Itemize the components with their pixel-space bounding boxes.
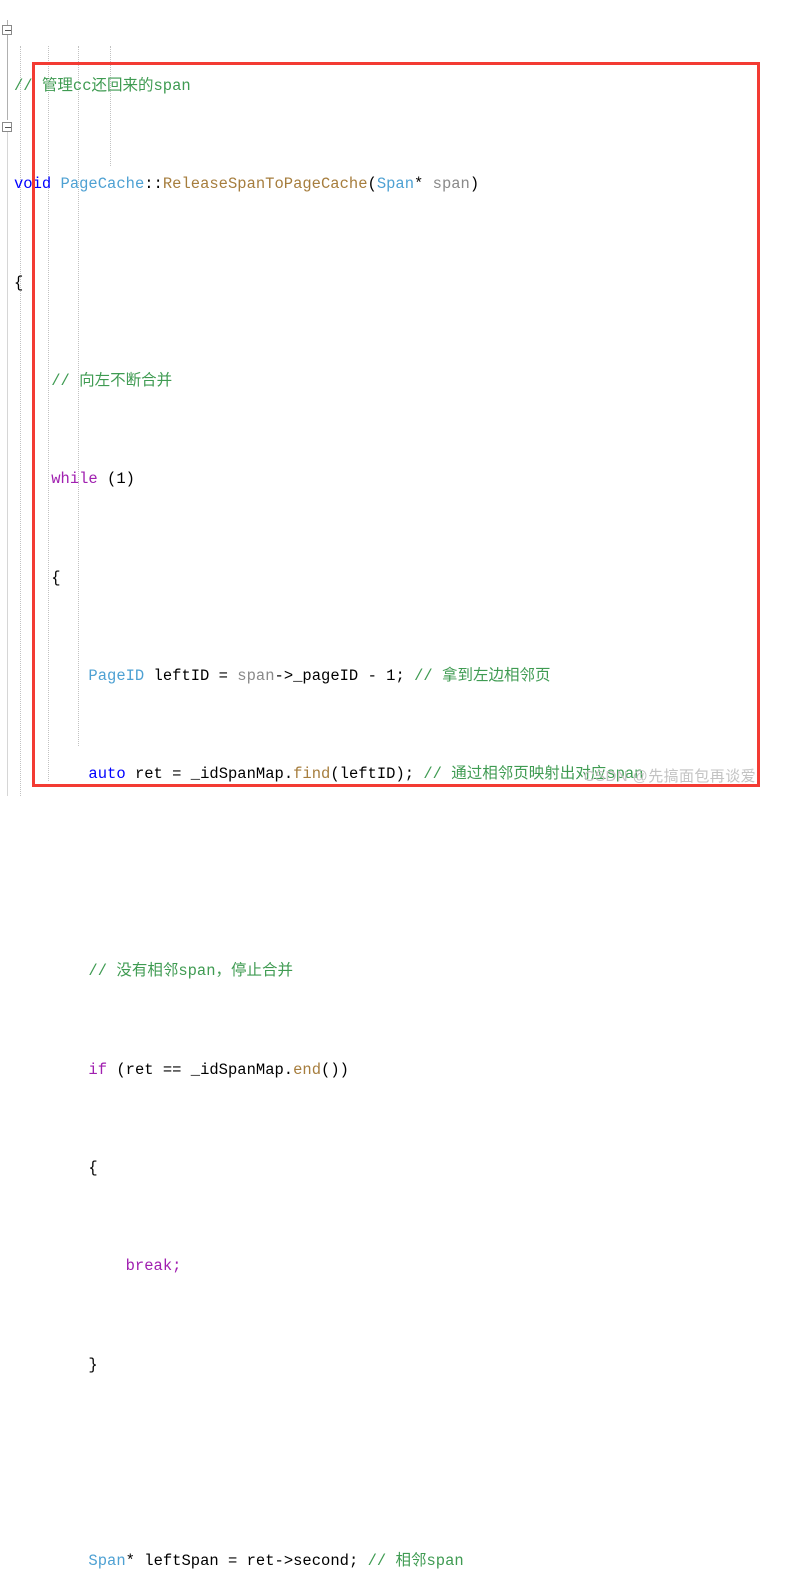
code-line: { <box>0 1156 792 1181</box>
code-line: PageID leftID = span->_pageID - 1; // 拿到… <box>0 664 792 689</box>
brace-open-function: { <box>14 273 24 292</box>
keyword-break: break; <box>125 1257 182 1276</box>
pointer-star: * <box>414 175 424 194</box>
while-condition: (1) <box>107 470 135 489</box>
assign-operator: = <box>218 667 228 686</box>
comment-no-adjacent: // 没有相邻span，停止合并 <box>88 962 294 981</box>
var-leftspan: leftSpan <box>144 1552 219 1571</box>
code-line: Span* leftSpan = ret->second; // 相邻span <box>0 1549 792 1574</box>
code-line: while (1) <box>0 467 792 492</box>
code-line: { <box>0 566 792 591</box>
code-line: // 向左不断合并 <box>0 369 792 394</box>
code-line: // 没有相邻span，停止合并 <box>0 959 792 984</box>
ret-second-expr: ret->second; <box>246 1552 359 1571</box>
brace-open-if: { <box>88 1158 98 1177</box>
member-idspanmap: _idSpanMap <box>190 765 284 784</box>
arrow-operator: -> <box>274 667 294 686</box>
dot-operator: . <box>283 765 294 784</box>
code-line: { <box>0 271 792 296</box>
keyword-void: void <box>14 175 52 194</box>
comment-manage-span: // 管理cc还回来的span <box>14 76 191 95</box>
code-line: } <box>0 1353 792 1378</box>
code-line: break; <box>0 1254 792 1279</box>
brace-open-while: { <box>51 568 61 587</box>
dot-operator: . <box>283 1060 294 1079</box>
type-pagecache: PageCache <box>60 175 145 194</box>
pointer-star: * <box>125 1552 135 1571</box>
assign-operator: = <box>228 1552 238 1571</box>
var-ret: ret <box>134 765 163 784</box>
code-line: void PageCache::ReleaseSpanToPageCache(S… <box>0 172 792 197</box>
comment-adjacent-span: // 相邻span <box>367 1552 464 1571</box>
function-release-span-to-pagecache: ReleaseSpanToPageCache <box>162 175 368 194</box>
code-line: // 管理cc还回来的span <box>0 74 792 99</box>
comment-merge-left: // 向左不断合并 <box>51 371 173 390</box>
function-find: find <box>293 765 331 784</box>
param-span-ref: span <box>237 667 275 686</box>
if-ret-equality: (ret == <box>116 1060 182 1079</box>
paren-close: ) <box>469 175 480 194</box>
brace-close-if: } <box>88 1355 98 1374</box>
function-end: end <box>293 1060 322 1079</box>
code-editor-screenshot: // 管理cc还回来的span void PageCache::ReleaseS… <box>0 0 792 1571</box>
param-span: span <box>432 175 470 194</box>
keyword-while: while <box>51 470 98 489</box>
comment-get-left-page: // 拿到左边相邻页 <box>414 667 551 686</box>
code-body[interactable]: // 管理cc还回来的span void PageCache::ReleaseS… <box>0 0 792 1571</box>
assign-operator: = <box>172 765 182 784</box>
type-span: Span <box>88 1552 126 1571</box>
minus-one-expr: - 1; <box>367 667 405 686</box>
member-idspanmap: _idSpanMap <box>190 1060 284 1079</box>
code-line: if (ret == _idSpanMap.end()) <box>0 1058 792 1083</box>
scope-operator: :: <box>144 175 163 194</box>
var-leftid: leftID <box>153 667 210 686</box>
keyword-if: if <box>88 1060 108 1079</box>
csdn-watermark: CSDN @先搞面包再谈爱 <box>583 768 756 785</box>
type-span: Span <box>376 175 415 194</box>
paren-open: ( <box>367 175 377 194</box>
end-arguments: ()) <box>321 1060 349 1079</box>
member-pageid: _pageID <box>293 667 359 686</box>
type-pageid: PageID <box>88 667 145 686</box>
keyword-auto: auto <box>88 765 126 784</box>
find-arguments: (leftID); <box>330 765 415 784</box>
